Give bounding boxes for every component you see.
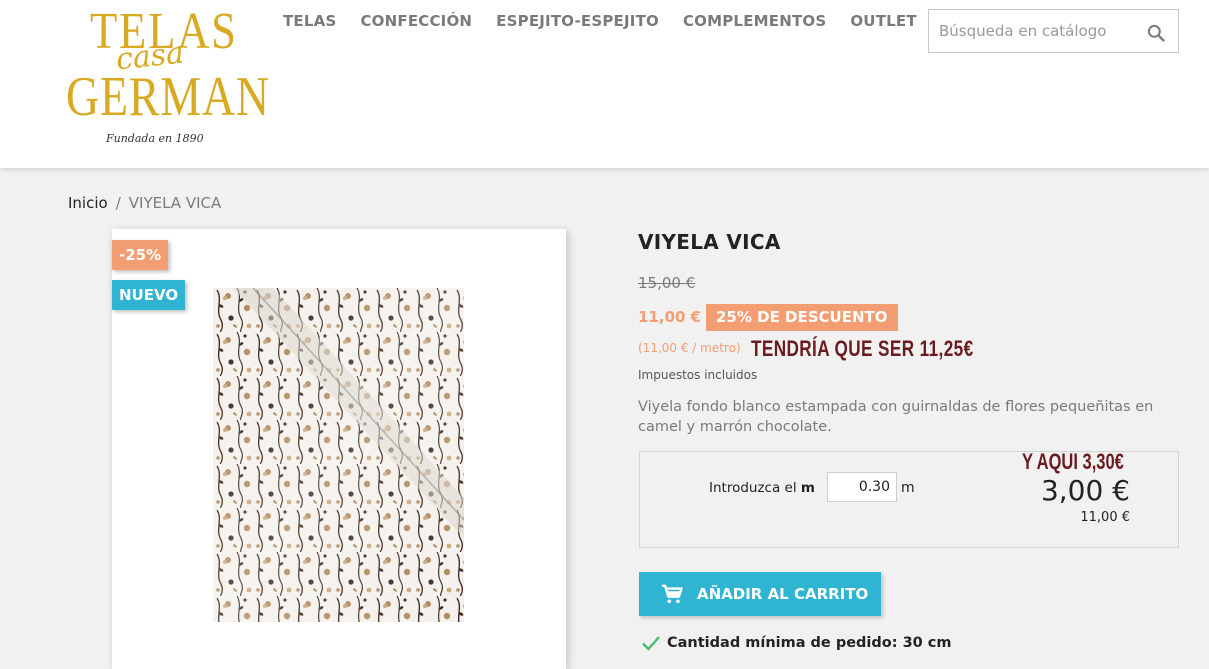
logo-founded: Fundada en 1890 (106, 132, 204, 145)
nav-item-complementos[interactable]: COMPLEMENTOS (683, 12, 826, 34)
calculated-subtotal: 11,00 € (1080, 510, 1130, 525)
site-header: TELAS casa GERMAN Fundada en 1890 TELAS … (0, 0, 1209, 168)
calculated-total: 3,00 € (1040, 474, 1130, 507)
minimum-order: Cantidad mínima de pedido: 30 cm (641, 635, 952, 651)
add-to-cart-label: AÑADIR AL CARRITO (697, 585, 869, 603)
unit-price: (11,00 € / metro) (638, 341, 741, 355)
product-image[interactable] (213, 288, 464, 622)
meters-unit: m (901, 480, 915, 496)
product-image-card: -25% NUEVO (112, 229, 566, 669)
calculator-label-prefix: Introduzca el (709, 480, 801, 496)
discount-badge: 25% DE DESCUENTO (706, 304, 898, 331)
nav-item-confeccion[interactable]: CONFECCIÓN (360, 12, 472, 34)
current-price: 11,00 € (638, 308, 702, 326)
logo[interactable]: TELAS casa GERMAN Fundada en 1890 (66, 6, 269, 152)
search-input[interactable] (939, 10, 1139, 52)
nav-item-espejito[interactable]: ESPEJITO-ESPEJITO (496, 12, 659, 34)
cart-icon (662, 584, 683, 604)
main-nav: TELAS CONFECCIÓN ESPEJITO-ESPEJITO COMPL… (283, 12, 917, 34)
search-icon[interactable] (1146, 23, 1166, 43)
handwritten-annotation-price: TENDRÍA QUE SER 11,25€ (751, 336, 974, 361)
regular-price: 15,00 € (638, 274, 696, 292)
breadcrumb-home[interactable]: Inicio (68, 194, 108, 212)
breadcrumb-separator: / (115, 194, 121, 212)
nav-item-telas[interactable]: TELAS (283, 12, 336, 34)
discount-flag: -25% (112, 240, 169, 270)
add-to-cart-button[interactable]: AÑADIR AL CARRITO (639, 572, 881, 616)
product-title: VIYELA VICA (638, 230, 781, 254)
product-description: Viyela fondo blanco estampada con guirna… (638, 399, 1154, 435)
check-icon (642, 636, 660, 651)
tax-label: Impuestos incluidos (638, 368, 758, 382)
measure-calculator: Introduzca el m m Y AQUI 3,30€ 3,00 € 11… (639, 449, 1179, 548)
breadcrumb-current: VIYELA VICA (128, 194, 222, 212)
handwritten-annotation-total: Y AQUI 3,30€ (1022, 449, 1124, 474)
meters-input[interactable] (827, 472, 897, 502)
nav-item-outlet[interactable]: OUTLET (850, 12, 916, 34)
logo-word-german: GERMAN (66, 66, 270, 128)
breadcrumb: Inicio / VIYELA VICA (68, 194, 221, 212)
calculator-label-unit: m (800, 480, 815, 496)
minimum-order-text: Cantidad mínima de pedido: 30 cm (667, 635, 952, 651)
new-flag: NUEVO (112, 280, 186, 310)
calculator-label: Introduzca el m (709, 480, 815, 496)
search-box (928, 9, 1179, 53)
